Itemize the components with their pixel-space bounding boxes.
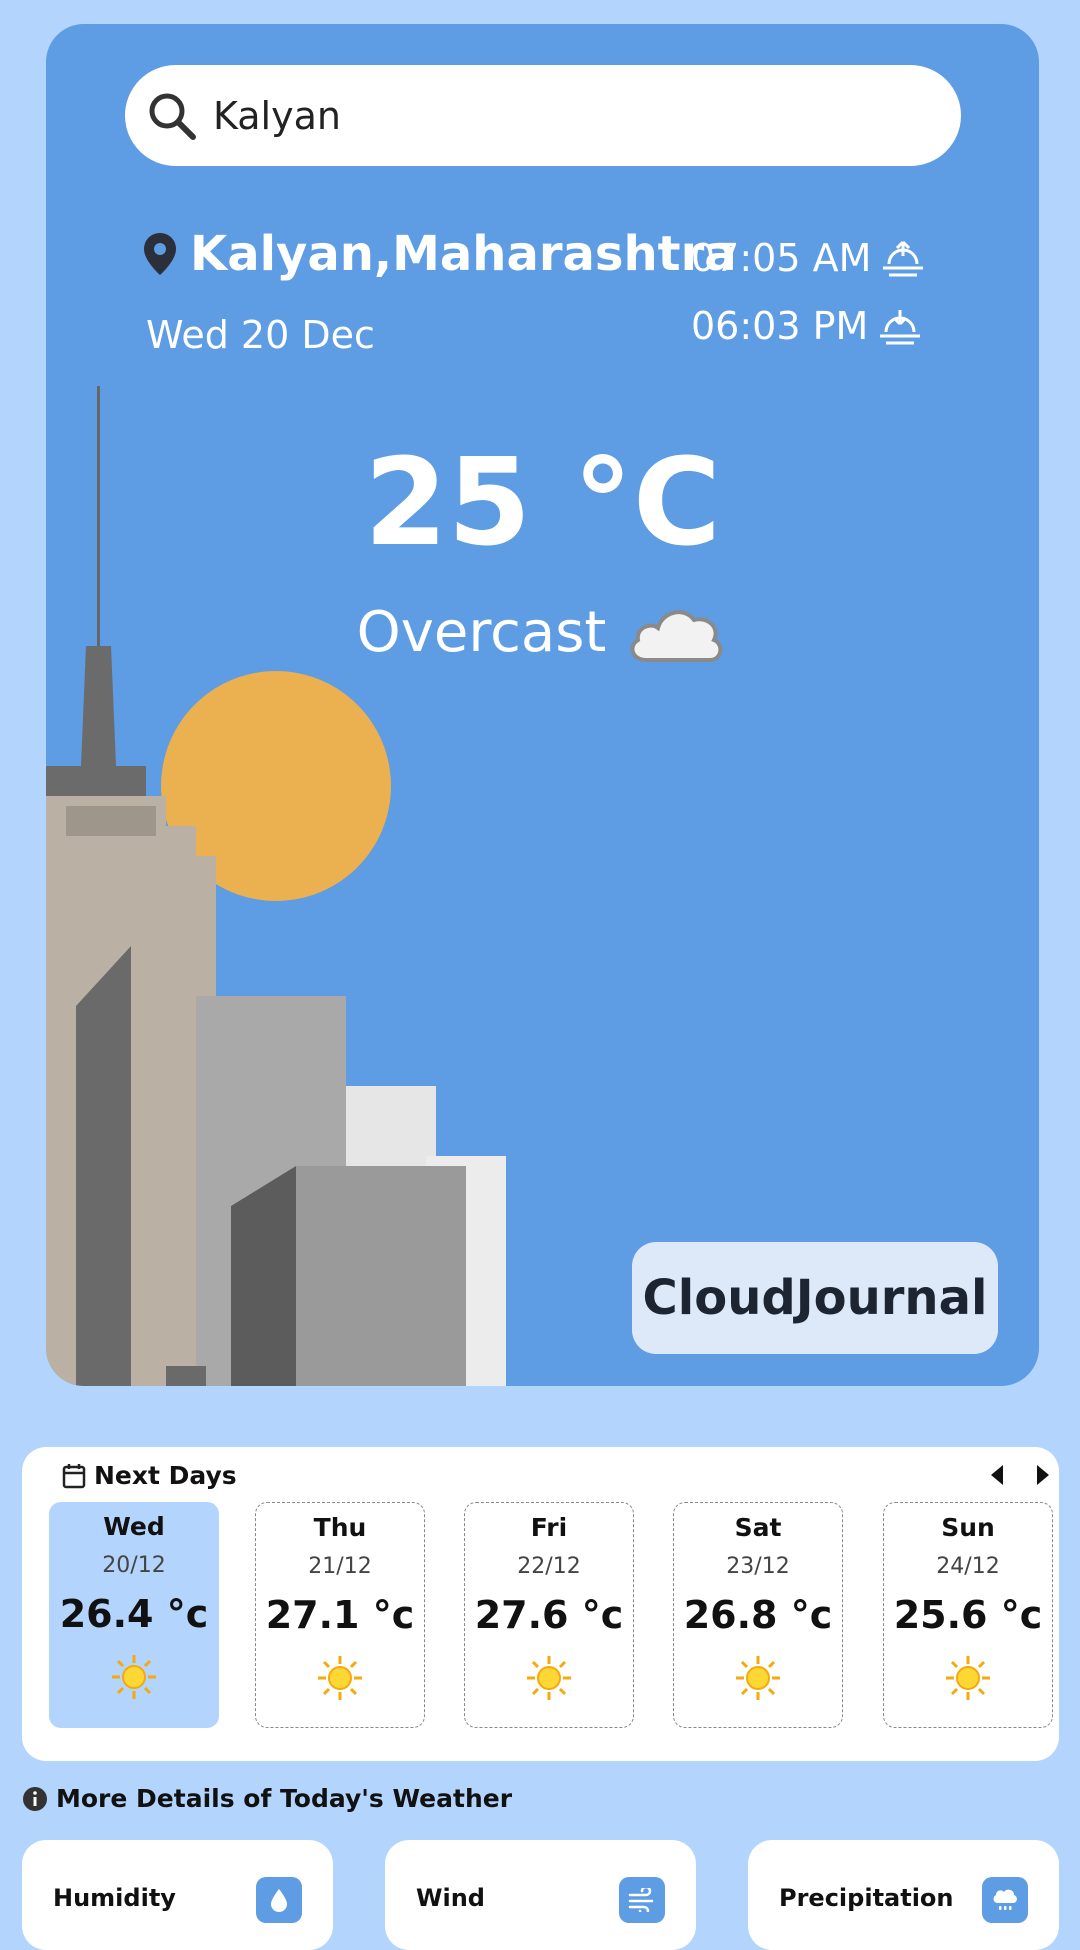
- sunrise-icon: [883, 240, 924, 277]
- current-temperature: 25 °C: [364, 434, 721, 573]
- droplet-icon: [271, 1889, 287, 1912]
- forecast-day-card[interactable]: Thu 21/12 27.1 °c: [255, 1502, 425, 1728]
- next-days-title: Next Days: [94, 1461, 237, 1490]
- chevron-right-icon[interactable]: [1035, 1463, 1051, 1487]
- sun-icon: [318, 1656, 362, 1700]
- location-pin-icon: [144, 233, 176, 275]
- search-bar[interactable]: [125, 65, 961, 166]
- forecast-day-temp: 25.6 °c: [893, 1593, 1043, 1637]
- sunset: 06:03 PM: [691, 304, 922, 348]
- wind-label: Wind: [416, 1884, 485, 1912]
- forecast-day-name: Thu: [313, 1513, 367, 1542]
- calendar-icon: [62, 1463, 86, 1488]
- sunset-icon: [880, 310, 921, 345]
- rain-cloud-icon: [993, 1889, 1017, 1910]
- day-scroll-controls: [989, 1463, 1051, 1487]
- current-date: Wed 20 Dec: [146, 313, 375, 357]
- precipitation-label: Precipitation: [779, 1884, 954, 1912]
- forecast-day-date: 23/12: [726, 1554, 790, 1579]
- current-condition: Overcast: [46, 598, 1039, 666]
- forecast-day-temp: 27.1 °c: [265, 1593, 415, 1637]
- forecast-day-card[interactable]: Sat 23/12 26.8 °c: [673, 1502, 843, 1728]
- forecast-day-date: 20/12: [102, 1553, 166, 1578]
- forecast-day-card[interactable]: Sun 24/12 25.6 °c: [883, 1502, 1053, 1728]
- next-days-panel: Next Days Wed 20/12 26.4 °c Thu 21/12 27…: [22, 1447, 1059, 1761]
- humidity-card[interactable]: Humidity: [22, 1840, 333, 1950]
- precipitation-card[interactable]: Precipitation: [748, 1840, 1059, 1950]
- forecast-day-card[interactable]: Wed 20/12 26.4 °c: [49, 1502, 219, 1728]
- sunrise: 07:05 AM: [691, 236, 925, 280]
- search-input[interactable]: [213, 93, 833, 138]
- location-heading: Kalyan,Maharashtra: [144, 226, 737, 282]
- forecast-day-temp: 26.4 °c: [59, 1592, 209, 1636]
- next-days-header: Next Days: [62, 1461, 237, 1490]
- sunset-time: 06:03 PM: [691, 304, 869, 348]
- sunrise-time: 07:05 AM: [691, 236, 872, 280]
- forecast-day-date: 22/12: [517, 1554, 581, 1579]
- wind-icon: [628, 1888, 654, 1912]
- details-title: More Details of Today's Weather: [56, 1784, 513, 1813]
- info-icon: [23, 1786, 47, 1811]
- forecast-day-date: 21/12: [308, 1554, 372, 1579]
- forecast-day-name: Wed: [103, 1512, 165, 1541]
- forecast-day-temp: 26.8 °c: [683, 1593, 833, 1637]
- forecast-day-name: Fri: [530, 1513, 568, 1542]
- brand-badge: CloudJournal: [632, 1242, 998, 1354]
- wind-card[interactable]: Wind: [385, 1840, 696, 1950]
- forecast-day-name: Sat: [734, 1513, 782, 1542]
- sun-icon: [946, 1656, 990, 1700]
- search-icon: [149, 93, 196, 140]
- sun-icon: [112, 1655, 156, 1699]
- condition-label: Overcast: [356, 599, 607, 665]
- weather-hero-card: Kalyan,Maharashtra Wed 20 Dec 07:05 AM 0…: [46, 24, 1039, 1386]
- sun-icon: [736, 1656, 780, 1700]
- sun-icon: [527, 1656, 571, 1700]
- details-header: More Details of Today's Weather: [22, 1784, 512, 1813]
- forecast-day-date: 24/12: [936, 1554, 1000, 1579]
- location-name: Kalyan,Maharashtra: [190, 226, 737, 282]
- humidity-label: Humidity: [53, 1884, 176, 1912]
- cloud-icon: [630, 610, 723, 662]
- chevron-left-icon[interactable]: [989, 1463, 1005, 1487]
- forecast-day-temp: 27.6 °c: [474, 1593, 624, 1637]
- forecast-day-card[interactable]: Fri 22/12 27.6 °c: [464, 1502, 634, 1728]
- forecast-day-name: Sun: [941, 1513, 995, 1542]
